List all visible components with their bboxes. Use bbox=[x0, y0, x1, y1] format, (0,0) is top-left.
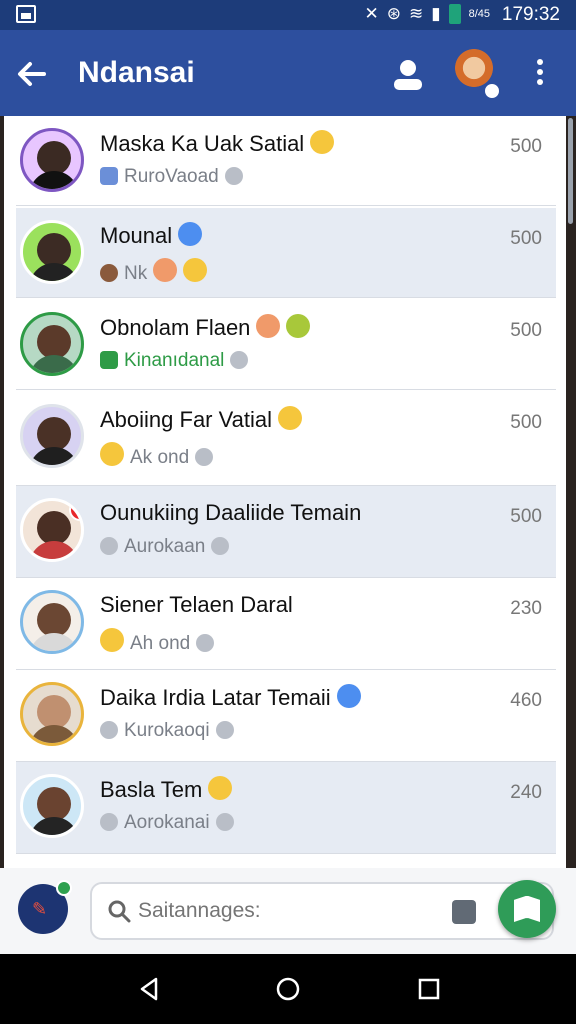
read-receipt-icon bbox=[215, 813, 234, 831]
contact-name: Mounal bbox=[100, 222, 203, 249]
message-count: 500 bbox=[510, 412, 542, 433]
blush-emoji-icon bbox=[256, 314, 281, 338]
mute-icon: ✕ bbox=[364, 4, 379, 23]
photo-icon bbox=[100, 264, 118, 282]
microphone-icon: ✎ bbox=[32, 899, 48, 919]
verified-icon bbox=[178, 222, 203, 246]
list-item[interactable]: Daika Irdia Latar Temaii Kurokaoqi 460 bbox=[16, 670, 556, 762]
list-item[interactable]: Aboiing Far Vatial Ak ond 500 bbox=[16, 392, 556, 486]
avatar[interactable] bbox=[449, 48, 501, 100]
scrollbar[interactable] bbox=[568, 118, 573, 224]
message-icon bbox=[100, 351, 118, 369]
avatar bbox=[20, 404, 84, 468]
contact-name: Basla Tem bbox=[100, 776, 233, 803]
message-count: 500 bbox=[510, 506, 542, 527]
read-receipt-icon bbox=[230, 351, 249, 369]
contact-name: Aboiing Far Vatial bbox=[100, 406, 303, 433]
message-count: 240 bbox=[510, 782, 542, 803]
contact-name: Siener Telaen Daral bbox=[100, 592, 293, 617]
check-icon bbox=[100, 537, 118, 555]
smile-emoji-icon bbox=[278, 406, 303, 430]
avatar bbox=[20, 590, 84, 654]
wifi-icon: ≋ bbox=[408, 4, 424, 23]
contact-name: Ounukiing Daaliide Temain bbox=[100, 500, 362, 525]
message-count: 500 bbox=[510, 228, 542, 249]
smile-emoji-icon bbox=[208, 776, 233, 800]
avatar-badge-icon bbox=[483, 82, 501, 100]
online-indicator bbox=[56, 880, 72, 896]
signal-icon: ▮ bbox=[431, 4, 441, 23]
message-preview: Ah ond bbox=[100, 628, 215, 655]
check-icon bbox=[100, 721, 118, 739]
contact-icon[interactable] bbox=[388, 56, 428, 96]
list-item[interactable]: Siener Telaen Daral Ah ond 230 bbox=[16, 578, 556, 670]
conversation-list[interactable]: Maska Ka Uak Satial RuroVaoad 500 Mounal… bbox=[4, 116, 566, 868]
back-nav-icon[interactable] bbox=[136, 976, 162, 1002]
message-preview: Nk bbox=[100, 258, 208, 285]
book-icon bbox=[336, 684, 361, 708]
message-preview: Ak ond bbox=[100, 442, 214, 469]
list-item[interactable]: Basla Tem Aorokanai 240 bbox=[16, 762, 556, 854]
status-time: 179:32 bbox=[501, 4, 560, 25]
battery-icon bbox=[448, 4, 461, 24]
list-item[interactable]: Maska Ka Uak Satial RuroVaoad 500 bbox=[16, 116, 556, 206]
recents-nav-icon[interactable] bbox=[416, 976, 442, 1002]
app-bar: Ndansai bbox=[0, 30, 576, 116]
book-icon bbox=[514, 896, 540, 922]
system-navigation-bar bbox=[0, 954, 576, 1024]
status-bar: ✕ ⊛ ≋ ▮ 8/45 179:32 bbox=[0, 0, 576, 30]
notification-badge bbox=[69, 501, 81, 521]
back-arrow-icon[interactable] bbox=[14, 56, 50, 92]
avatar bbox=[20, 774, 84, 838]
message-preview: Kinanıdanal bbox=[100, 350, 249, 372]
list-item[interactable]: Obnolam Flaen Kinanıdanal 500 bbox=[16, 300, 556, 390]
message-preview: Kurokaoqi bbox=[100, 720, 234, 742]
list-item[interactable]: Ounukiing Daaliide Temain Aurokaan 500 bbox=[16, 486, 556, 578]
list-item[interactable]: Mounal Nk 500 bbox=[16, 208, 556, 298]
compose-button[interactable] bbox=[498, 880, 556, 938]
chat-icon[interactable] bbox=[452, 900, 476, 924]
thinking-emoji-icon bbox=[100, 628, 124, 652]
message-icon bbox=[100, 167, 118, 185]
contact-name: Obnolam Flaen bbox=[100, 314, 311, 341]
microphone-button[interactable]: ✎ bbox=[18, 880, 72, 934]
more-icon[interactable] bbox=[530, 56, 550, 92]
message-count: 460 bbox=[510, 690, 542, 711]
smile-emoji-icon bbox=[100, 442, 124, 466]
search-icon bbox=[108, 900, 131, 923]
contact-name: Daika Irdia Latar Temaii bbox=[100, 684, 361, 711]
contact-name: Maska Ka Uak Satial bbox=[100, 130, 335, 157]
check-icon bbox=[100, 813, 118, 831]
smile-emoji-icon bbox=[310, 130, 335, 154]
read-receipt-icon bbox=[211, 537, 230, 555]
avatar bbox=[20, 220, 84, 284]
network-icon: ⊛ bbox=[386, 4, 401, 23]
search-input[interactable] bbox=[138, 896, 438, 926]
avatar bbox=[20, 682, 84, 746]
message-preview: Aurokaan bbox=[100, 536, 230, 558]
heart-icon bbox=[153, 258, 178, 282]
status-small-text: 8/45 bbox=[468, 8, 490, 20]
message-count: 230 bbox=[510, 598, 542, 619]
page-title: Ndansai bbox=[78, 56, 195, 89]
read-receipt-icon bbox=[224, 167, 243, 185]
message-count: 500 bbox=[510, 320, 542, 341]
search-box[interactable] bbox=[90, 882, 554, 940]
message-preview: RuroVaoad bbox=[100, 166, 243, 188]
avatar bbox=[20, 128, 84, 192]
compose-bar: ✎ bbox=[0, 868, 576, 954]
read-receipt-icon bbox=[196, 634, 215, 652]
read-receipt-icon bbox=[195, 448, 214, 466]
home-nav-icon[interactable] bbox=[275, 976, 301, 1002]
message-count: 500 bbox=[510, 136, 542, 157]
message-preview: Aorokanai bbox=[100, 812, 234, 834]
image-icon bbox=[16, 5, 36, 23]
smile-emoji-icon bbox=[183, 258, 208, 282]
hug-emoji-icon bbox=[286, 314, 311, 338]
avatar bbox=[20, 498, 84, 562]
read-receipt-icon bbox=[215, 721, 234, 739]
avatar bbox=[20, 312, 84, 376]
